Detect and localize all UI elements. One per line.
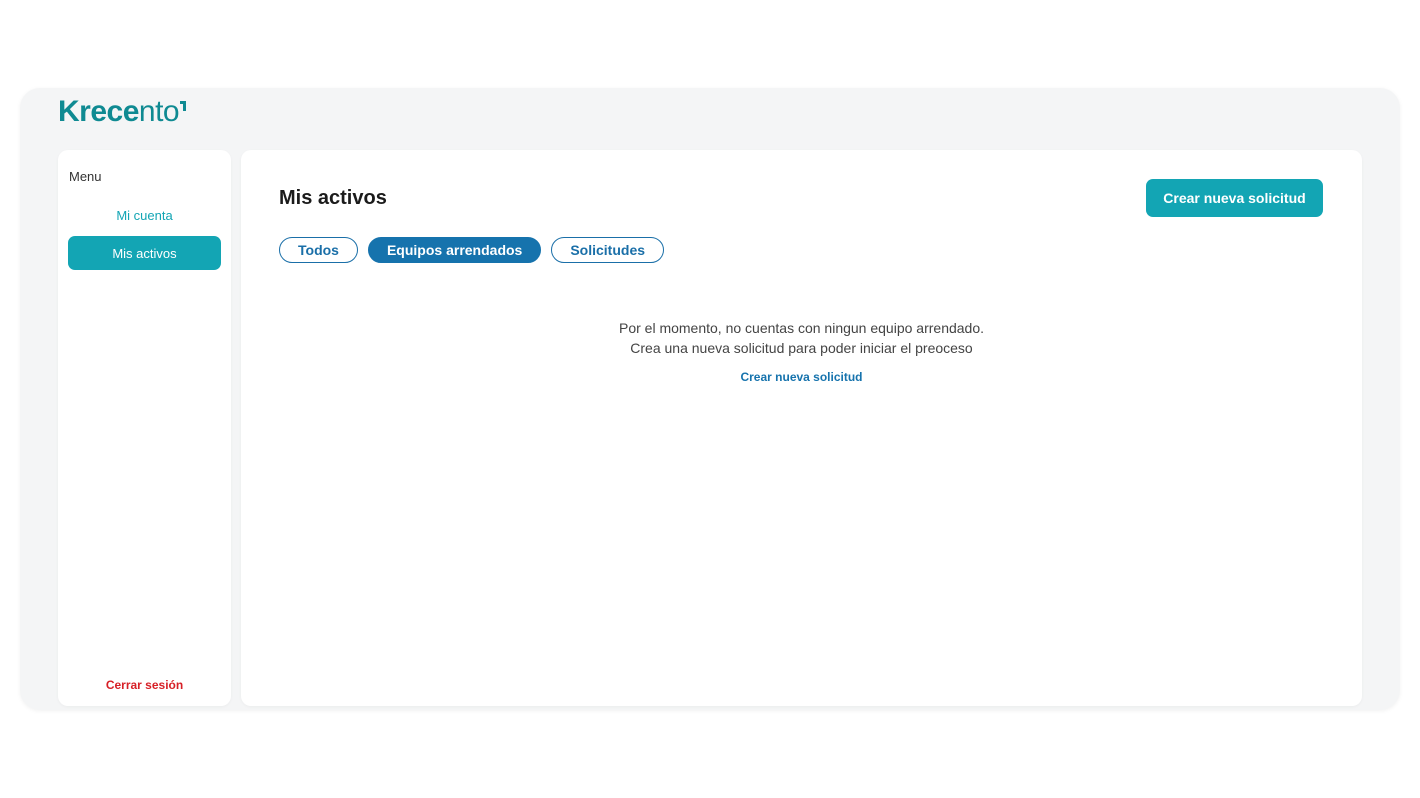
logout-link[interactable]: Cerrar sesión bbox=[58, 678, 231, 692]
page-title: Mis activos bbox=[279, 187, 387, 209]
logo-bold-text: Krece bbox=[58, 95, 139, 128]
tab-todos[interactable]: Todos bbox=[279, 237, 358, 263]
menu-title: Menu bbox=[69, 169, 102, 184]
app-frame: Krecento Menu Mi cuenta Mis activos Cerr… bbox=[20, 88, 1400, 710]
empty-state-message-2: Crea una nueva solicitud para poder inic… bbox=[630, 340, 973, 356]
create-request-button[interactable]: Crear nueva solicitud bbox=[1146, 179, 1323, 217]
empty-state-create-link[interactable]: Crear nueva solicitud bbox=[740, 367, 862, 387]
filter-tabs: Todos Equipos arrendados Solicitudes bbox=[279, 237, 665, 263]
empty-state-message-1: Por el momento, no cuentas con ningun eq… bbox=[618, 320, 985, 336]
krecento-logo[interactable]: Krecento bbox=[58, 94, 187, 130]
sidebar: Menu Mi cuenta Mis activos Cerrar sesión bbox=[58, 150, 231, 706]
main-panel: Mis activos Crear nueva solicitud Todos … bbox=[241, 150, 1362, 706]
sidebar-item-mi-cuenta[interactable]: Mi cuenta bbox=[68, 198, 221, 232]
logo-mark-icon bbox=[180, 101, 187, 111]
sidebar-item-mis-activos[interactable]: Mis activos bbox=[68, 236, 221, 270]
logo-light-text: nto bbox=[138, 95, 180, 128]
empty-state: Por el momento, no cuentas con ningun eq… bbox=[241, 318, 1362, 387]
tab-solicitudes[interactable]: Solicitudes bbox=[551, 237, 665, 263]
tab-equipos-arrendados[interactable]: Equipos arrendados bbox=[367, 237, 542, 263]
